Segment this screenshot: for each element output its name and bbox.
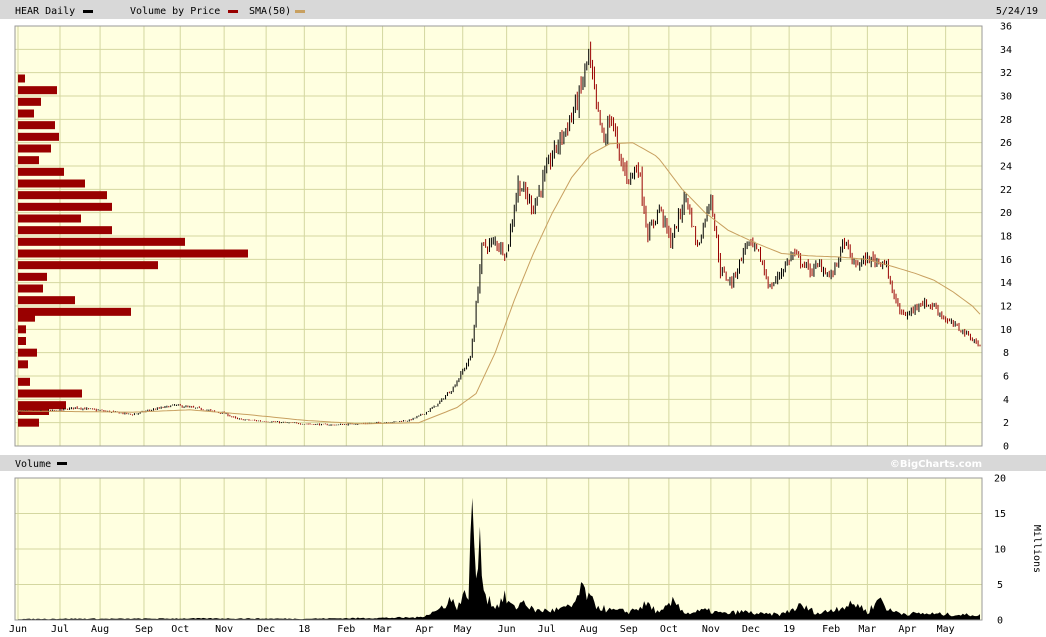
x-tick-label: May bbox=[937, 624, 955, 635]
vbp-bar bbox=[18, 191, 107, 200]
vbp-bar bbox=[18, 202, 112, 211]
sma-legend-swatch bbox=[295, 10, 305, 13]
vbp-bar bbox=[18, 156, 39, 165]
x-tick-label: Oct bbox=[171, 624, 189, 635]
x-tick-label: Nov bbox=[702, 624, 720, 635]
x-tick-label: Jul bbox=[51, 624, 69, 635]
price-tick-label: 30 bbox=[1000, 92, 1012, 103]
x-tick-label: Apr bbox=[898, 624, 916, 635]
volume-tick-label: 10 bbox=[994, 545, 1006, 556]
price-legend-swatch bbox=[83, 10, 93, 13]
vbp-bar bbox=[18, 86, 57, 95]
vbp-bar bbox=[18, 214, 81, 223]
x-tick-label: Aug bbox=[580, 624, 598, 635]
x-tick-label: Jun bbox=[498, 624, 516, 635]
x-tick-label: Sep bbox=[135, 624, 153, 635]
x-tick-label: Feb bbox=[822, 624, 840, 635]
stock-chart: HEAR Daily Volume by Price SMA(50) 5/24/… bbox=[0, 0, 1046, 635]
price-tick-label: 8 bbox=[1003, 348, 1009, 359]
vbp-bar bbox=[18, 377, 30, 386]
x-tick-label: Jun bbox=[9, 624, 27, 635]
vbp-bar bbox=[18, 325, 26, 334]
volume-tick-label: 0 bbox=[997, 616, 1003, 627]
chart-date: 5/24/19 bbox=[996, 6, 1038, 17]
volume-tick-label: 15 bbox=[994, 509, 1006, 520]
vbp-bar bbox=[18, 97, 41, 106]
price-tick-label: 16 bbox=[1000, 255, 1012, 266]
vbp-legend-swatch bbox=[228, 10, 238, 13]
vbp-bar bbox=[18, 337, 26, 345]
x-tick-label: Apr bbox=[416, 624, 434, 635]
vbp-bar bbox=[18, 261, 158, 270]
sma-legend-label: SMA(50) bbox=[249, 6, 291, 17]
price-tick-label: 2 bbox=[1003, 418, 1009, 429]
x-tick-label: Jul bbox=[538, 624, 556, 635]
price-tick-label: 12 bbox=[1000, 302, 1012, 313]
vbp-bar bbox=[18, 109, 34, 118]
vbp-bar bbox=[18, 272, 47, 281]
x-tick-label: Feb bbox=[337, 624, 355, 635]
price-tick-label: 10 bbox=[1000, 325, 1012, 336]
x-tick-label: May bbox=[454, 624, 472, 635]
x-tick-label: Nov bbox=[215, 624, 233, 635]
vbp-bar bbox=[18, 249, 248, 258]
volume-legend-swatch bbox=[57, 462, 67, 465]
price-tick-label: 20 bbox=[1000, 208, 1012, 219]
price-tick-label: 18 bbox=[1000, 232, 1012, 243]
vbp-bar bbox=[18, 121, 55, 130]
chart-title: HEAR Daily bbox=[15, 6, 75, 17]
x-tick-label: Sep bbox=[620, 624, 638, 635]
volume-y-axis: 0 5 10 15 20 bbox=[994, 474, 1006, 627]
vbp-bar bbox=[18, 284, 43, 293]
vbp-bar bbox=[18, 74, 25, 83]
volume-tick-label: 5 bbox=[997, 580, 1003, 591]
price-tick-label: 28 bbox=[1000, 115, 1012, 126]
price-tick-label: 4 bbox=[1003, 395, 1009, 406]
vbp-bar bbox=[18, 144, 51, 153]
x-tick-label: Dec bbox=[742, 624, 760, 635]
vbp-legend-label: Volume by Price bbox=[130, 6, 220, 17]
volume-title: Volume bbox=[15, 459, 51, 470]
x-tick-label: Dec bbox=[257, 624, 275, 635]
price-tick-label: 36 bbox=[1000, 22, 1012, 33]
vbp-bar bbox=[18, 226, 112, 235]
volume-tick-label: 20 bbox=[994, 474, 1006, 485]
bigcharts-credit: ©BigCharts.com bbox=[890, 459, 982, 470]
price-tick-label: 6 bbox=[1003, 372, 1009, 383]
vbp-bar bbox=[18, 389, 82, 398]
vbp-bar bbox=[18, 360, 28, 369]
vbp-bar bbox=[18, 296, 75, 305]
vbp-bar bbox=[18, 167, 64, 176]
x-tick-label: Oct bbox=[660, 624, 678, 635]
price-tick-label: 26 bbox=[1000, 138, 1012, 149]
vbp-bar bbox=[18, 237, 185, 246]
vbp-bar bbox=[18, 348, 37, 357]
vbp-bar bbox=[18, 401, 66, 410]
x-tick-label: 18 bbox=[298, 624, 310, 635]
vbp-bar bbox=[18, 179, 85, 188]
x-tick-label: Mar bbox=[374, 624, 392, 635]
price-tick-label: 0 bbox=[1003, 442, 1009, 453]
price-tick-label: 24 bbox=[1000, 162, 1012, 173]
x-axis: Jun Jul Aug Sep Oct Nov Dec 18 Feb Mar Apr May Jun Ju… bbox=[9, 624, 955, 635]
price-tick-label: 14 bbox=[1000, 278, 1012, 289]
price-tick-label: 32 bbox=[1000, 68, 1012, 79]
price-y-axis: 024681012141618202224262830323436 bbox=[1000, 22, 1012, 453]
x-tick-label: 19 bbox=[783, 624, 795, 635]
vbp-bar bbox=[18, 132, 59, 141]
vbp-bar bbox=[18, 307, 131, 316]
vbp-bar bbox=[18, 418, 39, 427]
price-tick-label: 22 bbox=[1000, 185, 1012, 196]
price-tick-label: 34 bbox=[1000, 45, 1012, 56]
x-tick-label: Aug bbox=[91, 624, 109, 635]
x-tick-label: Mar bbox=[858, 624, 876, 635]
volume-y-label: Millions bbox=[1031, 525, 1042, 573]
